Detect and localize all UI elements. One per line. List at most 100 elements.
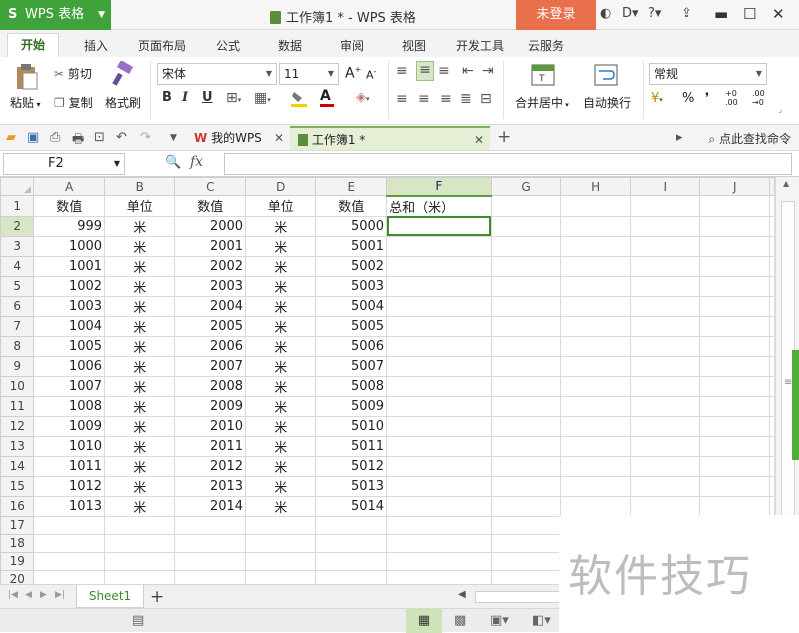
tab-developer[interactable]: 开发工具 (456, 37, 504, 54)
cell-g15[interactable] (490, 475, 562, 497)
cell-b11[interactable]: 米 (104, 395, 176, 417)
cell-j4[interactable] (699, 255, 770, 277)
cell-e3[interactable]: 5001 (315, 235, 388, 257)
column-header-b[interactable]: B (104, 177, 176, 196)
tab-formula[interactable]: 公式 (216, 37, 240, 54)
cell-b10[interactable]: 米 (104, 375, 176, 397)
minimize-icon[interactable]: ▬ (714, 5, 728, 23)
row-header[interactable]: 16 (0, 495, 35, 517)
cell-d12[interactable]: 米 (245, 415, 317, 437)
cell-g13[interactable] (490, 435, 562, 457)
row-header[interactable]: 9 (0, 355, 35, 377)
column-header-a[interactable]: A (33, 177, 106, 196)
cell-c20[interactable] (174, 569, 247, 584)
cell-f4[interactable] (386, 255, 492, 277)
command-search[interactable]: ⌕ 点此查找命令 (708, 130, 791, 147)
cell-j8[interactable] (699, 335, 770, 357)
prev-sheet-icon[interactable]: ◀ (25, 590, 32, 600)
paste-icon[interactable] (14, 63, 40, 94)
align-bottom-icon[interactable]: ≡ (438, 63, 450, 79)
decrease-indent-icon[interactable]: ⇤ (462, 63, 474, 79)
cell-b13[interactable]: 米 (104, 435, 176, 457)
cell-i11[interactable] (629, 395, 701, 417)
cell-j11[interactable] (699, 395, 770, 417)
cell-c13[interactable]: 2011 (174, 435, 247, 457)
cell-f19[interactable] (386, 551, 492, 571)
cell-g6[interactable] (490, 295, 562, 317)
horizontal-scrollbar[interactable] (475, 591, 560, 603)
cell-b1[interactable]: 单位 (104, 195, 176, 217)
cell-a2[interactable]: 999 (33, 215, 106, 237)
wrap-text-button[interactable]: 自动换行 (583, 94, 631, 111)
format-painter-icon[interactable] (112, 60, 136, 90)
cell-d15[interactable]: 米 (245, 475, 317, 497)
cell-i1[interactable] (629, 195, 701, 217)
cell-a10[interactable]: 1007 (33, 375, 106, 397)
cell-c10[interactable]: 2008 (174, 375, 247, 397)
cell-b17[interactable] (104, 515, 176, 535)
cell-h14[interactable] (560, 455, 631, 477)
cell-d9[interactable]: 米 (245, 355, 317, 377)
cell-d17[interactable] (245, 515, 317, 535)
align-center-icon[interactable]: ≡ (418, 91, 430, 107)
print-preview-icon[interactable]: ⎙ (50, 130, 60, 145)
distributed-icon[interactable]: ⊟ (480, 91, 492, 107)
decrease-font-icon[interactable]: A- (366, 67, 376, 82)
cell-h5[interactable] (560, 275, 631, 297)
cell-a9[interactable]: 1006 (33, 355, 106, 377)
name-box[interactable]: F2 ▼ (3, 153, 125, 175)
cell-c3[interactable]: 2001 (174, 235, 247, 257)
cell-j14[interactable] (699, 455, 770, 477)
app-menu-button[interactable]: S WPS 表格 ▼ (0, 0, 111, 30)
tab-insert[interactable]: 插入 (84, 37, 108, 54)
row-header[interactable]: 19 (0, 551, 35, 571)
cell-g12[interactable] (490, 415, 562, 437)
cell-a17[interactable] (33, 515, 106, 535)
fullscreen-icon[interactable]: ⇪ (681, 6, 692, 21)
cell-a1[interactable]: 数值 (33, 195, 106, 217)
cell-e2[interactable]: 5000 (315, 215, 388, 237)
column-header-h[interactable]: H (560, 177, 631, 196)
justify-icon[interactable]: ≣ (460, 91, 472, 107)
cell-f13[interactable] (386, 435, 492, 457)
cell-b16[interactable]: 米 (104, 495, 176, 517)
cell-i3[interactable] (629, 235, 701, 257)
cell-j16[interactable] (699, 495, 770, 517)
cell-g10[interactable] (490, 375, 562, 397)
cell-b9[interactable]: 米 (104, 355, 176, 377)
zoom-search-icon[interactable]: 🔍 (165, 155, 181, 170)
save-icon[interactable]: ▣ (27, 130, 39, 145)
page-layout-view-icon[interactable]: ▣▾ (490, 613, 509, 628)
cell-i14[interactable] (629, 455, 701, 477)
tab-view[interactable]: 视图 (402, 37, 426, 54)
underline-button[interactable]: U (202, 90, 213, 105)
cell-j3[interactable] (699, 235, 770, 257)
cell-j7[interactable] (699, 315, 770, 337)
cell-e5[interactable]: 5003 (315, 275, 388, 297)
new-tab-icon[interactable]: + (497, 127, 511, 147)
cell-d13[interactable]: 米 (245, 435, 317, 457)
cell-i12[interactable] (629, 415, 701, 437)
cell-h6[interactable] (560, 295, 631, 317)
cell-e6[interactable]: 5004 (315, 295, 388, 317)
cell-f9[interactable] (386, 355, 492, 377)
macro-icon[interactable]: ▤ (132, 613, 144, 628)
cell-g5[interactable] (490, 275, 562, 297)
cell-d16[interactable]: 米 (245, 495, 317, 517)
decrease-decimal-icon[interactable]: .00 →0 (752, 89, 765, 107)
ribbon-expand-icon[interactable]: ⌟ (778, 105, 782, 115)
cell-g18[interactable] (490, 533, 562, 553)
cell-f11[interactable] (386, 395, 492, 417)
cell-g7[interactable] (490, 315, 562, 337)
fill-color-icon[interactable] (290, 90, 310, 111)
cell-j10[interactable] (699, 375, 770, 397)
cell-b14[interactable]: 米 (104, 455, 176, 477)
cell-e12[interactable]: 5010 (315, 415, 388, 437)
paste-button[interactable]: 粘贴 ▾ (10, 94, 41, 111)
cell-b15[interactable]: 米 (104, 475, 176, 497)
cell-i2[interactable] (629, 215, 701, 237)
cut-button[interactable]: ✂ 剪切 (54, 65, 92, 82)
cell-f6[interactable] (386, 295, 492, 317)
merge-center-button[interactable]: 合并居中 ▾ (515, 94, 569, 111)
tab-start[interactable]: 开始 (7, 33, 60, 57)
